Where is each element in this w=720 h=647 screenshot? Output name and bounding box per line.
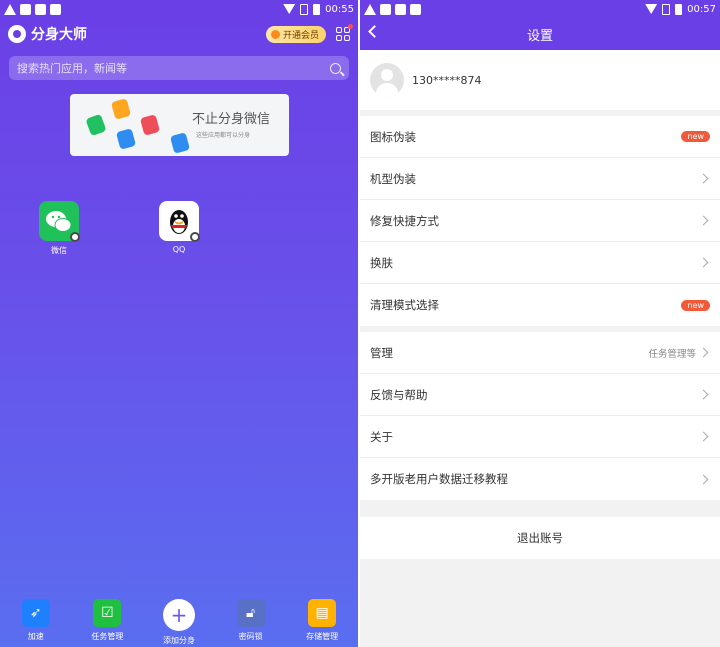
settings-item-hint: 任务管理等 (648, 348, 696, 360)
warning-icon (4, 3, 16, 15)
weibo-icon (139, 114, 161, 136)
settings-item-manage[interactable]: 管理 任务管理等 (360, 332, 720, 374)
search-bar[interactable]: 搜索热门应用，新闻等 (9, 56, 349, 80)
checkbox-icon: ☑ (93, 599, 122, 627)
settings-group-1: 图标伪装 new 机型伪装 修复快捷方式 换肤 清理模式选择 new (360, 116, 720, 326)
plus-icon: + (162, 599, 195, 631)
qq-icon (169, 132, 191, 154)
app-icon (115, 128, 137, 150)
app-logo-icon (8, 25, 26, 43)
app-title: 分身大师 (31, 27, 87, 43)
search-placeholder: 搜索热门应用，新闻等 (17, 62, 127, 75)
user-profile-row[interactable]: 130*****874 (360, 50, 720, 110)
dock-item-password-lock[interactable]: 🔓︎ 密码锁 (221, 599, 281, 642)
app-label: QQ (172, 245, 186, 254)
chevron-right-icon (698, 431, 709, 442)
avatar (370, 63, 404, 97)
settings-item-label: 多开版老用户数据迁移教程 (370, 472, 508, 486)
search-icon[interactable] (330, 62, 341, 74)
notification-icon (380, 3, 391, 15)
wechat-icon (85, 113, 107, 137)
rocket-icon: ➶ (21, 599, 50, 627)
new-badge: new (681, 299, 710, 311)
settings-item-about[interactable]: 关于 (360, 416, 720, 458)
app-header: 分身大师 开通会员 (0, 18, 358, 50)
banner-subtitle: 这些应用都可以分身 (196, 132, 251, 139)
app-tile-qq[interactable]: QQ (149, 201, 209, 254)
user-phone: 130*****874 (412, 73, 482, 87)
lock-icon: 🔓︎ (236, 599, 265, 627)
notification-icon (410, 3, 421, 15)
settings-item-label: 机型伪装 (370, 171, 416, 186)
status-time: 00:55 (325, 3, 354, 15)
chevron-right-icon (698, 389, 709, 400)
sim-icon (300, 3, 309, 15)
status-bar: 00:57 (360, 0, 720, 18)
clone-badge-icon (70, 232, 80, 242)
settings-header: 设置 (360, 18, 720, 50)
dock-label: 加速 (27, 632, 44, 641)
new-badge: new (681, 131, 710, 142)
settings-group-2: 管理 任务管理等 反馈与帮助 关于 多开版老用户数据迁移教程 (360, 332, 720, 500)
notification-icon (50, 3, 61, 15)
settings-item-clean-mode[interactable]: 清理模式选择 new (360, 284, 720, 326)
settings-item-label: 关于 (370, 429, 393, 444)
settings-item-label: 反馈与帮助 (370, 387, 428, 402)
app-label: 微信 (51, 246, 67, 255)
wechat-icon (39, 201, 80, 242)
settings-item-migration-guide[interactable]: 多开版老用户数据迁移教程 (360, 458, 720, 500)
settings-screen: 00:57 设置 130*****874 图标伪装 new 机型伪装 修复快捷方… (360, 0, 720, 647)
back-arrow-icon[interactable] (368, 25, 381, 38)
promo-banner[interactable]: 不止分身微信 这些应用都可以分身 (70, 94, 289, 156)
chevron-right-icon (698, 173, 709, 184)
wifi-icon (645, 4, 658, 14)
logout-button[interactable]: 退出账号 (360, 517, 720, 559)
settings-item-feedback[interactable]: 反馈与帮助 (360, 374, 720, 416)
banner-title: 不止分身微信 (192, 112, 271, 127)
warning-icon (364, 3, 376, 15)
settings-item-device-disguise[interactable]: 机型伪装 (360, 158, 720, 200)
page-title: 设置 (526, 28, 553, 44)
chevron-right-icon (698, 347, 709, 358)
dock-item-task-manager[interactable]: ☑ 任务管理 (77, 599, 137, 642)
notification-icon (20, 3, 31, 15)
dock-item-accelerate[interactable]: ➶ 加速 (6, 599, 66, 642)
settings-item-label: 换肤 (370, 255, 393, 270)
grid-menu-icon[interactable] (336, 24, 353, 41)
dock-item-add-clone[interactable]: + 添加分身 (149, 599, 209, 646)
chevron-right-icon (698, 474, 709, 484)
settings-item-repair-shortcut[interactable]: 修复快捷方式 (360, 200, 720, 242)
sd-card-icon: ▤ (308, 599, 337, 627)
vip-button[interactable]: 开通会员 (265, 25, 326, 43)
qq-penguin-icon (159, 201, 200, 242)
app-tile-wechat[interactable]: 微信 (29, 201, 89, 256)
chevron-right-icon (698, 215, 709, 226)
wifi-icon (283, 4, 296, 14)
settings-item-label: 修复快捷方式 (370, 213, 439, 228)
settings-item-label: 管理 (370, 345, 393, 360)
status-time: 00:57 (687, 3, 716, 15)
settings-item-skin[interactable]: 换肤 (360, 242, 720, 284)
status-bar: 00:55 (0, 0, 358, 18)
dock-label: 密码锁 (238, 632, 263, 641)
clone-badge-icon (190, 232, 200, 242)
settings-item-label: 图标伪装 (370, 129, 416, 144)
settings-item-label: 清理模式选择 (370, 298, 439, 312)
bottom-dock: ➶ 加速 ☑ 任务管理 + 添加分身 🔓︎ 密码锁 ▤ 存储管理 (0, 597, 358, 647)
app-icon (110, 98, 132, 120)
sim-icon (662, 3, 671, 15)
crown-icon (270, 29, 280, 39)
dock-item-storage[interactable]: ▤ 存储管理 (292, 599, 352, 642)
dock-label: 添加分身 (162, 636, 195, 645)
settings-item-icon-disguise[interactable]: 图标伪装 new (360, 116, 720, 158)
dock-label: 任务管理 (91, 632, 124, 641)
battery-icon (675, 3, 683, 15)
notification-icon (395, 3, 406, 15)
battery-icon (313, 3, 321, 15)
chevron-right-icon (698, 257, 709, 268)
notification-icon (35, 3, 46, 15)
home-screen: 00:55 分身大师 开通会员 搜索热门应用，新闻等 不止分身微信 这些应用都可… (0, 0, 358, 647)
dock-label: 存储管理 (306, 632, 339, 641)
vip-label: 开通会员 (282, 30, 319, 41)
